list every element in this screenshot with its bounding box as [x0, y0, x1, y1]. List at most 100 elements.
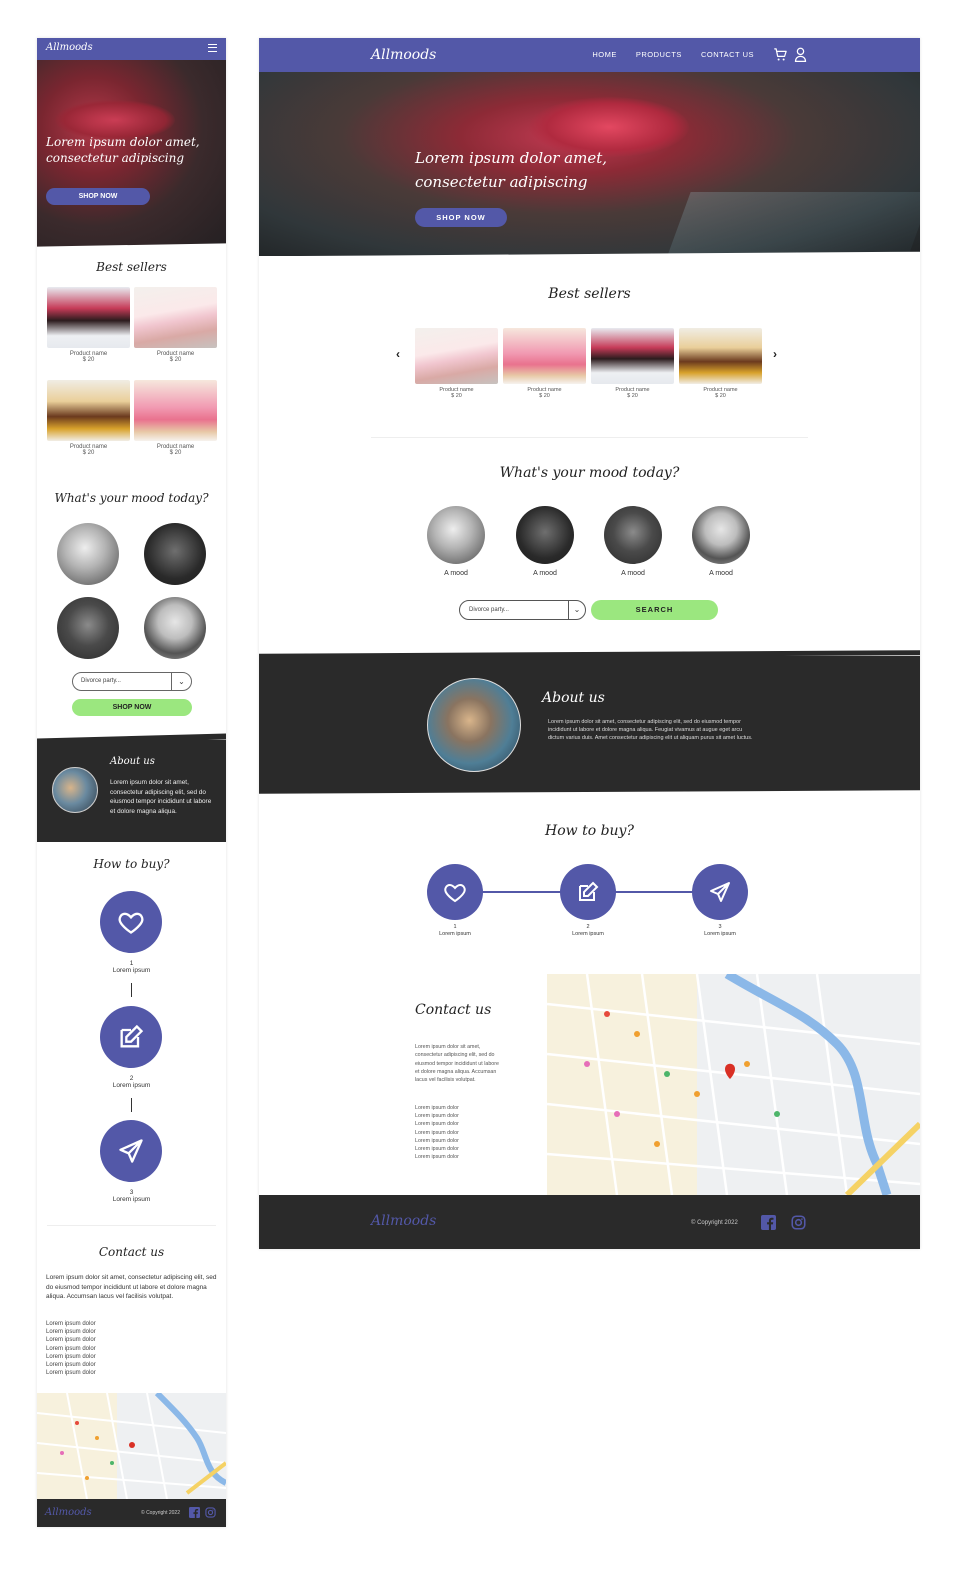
brush-divider [37, 243, 226, 253]
contact-line: Lorem ipsum dolor [415, 1129, 459, 1136]
mood-image[interactable] [692, 506, 750, 564]
desktop-step-1[interactable] [427, 864, 483, 920]
cart-icon[interactable] [773, 47, 788, 62]
facebook-icon[interactable] [761, 1215, 776, 1230]
desktop-map[interactable] [547, 974, 920, 1195]
nav-home[interactable]: HOME [592, 50, 617, 59]
desktop-hero-shop-button[interactable]: SHOP NOW [415, 208, 507, 227]
mobile-about-title: About us [110, 756, 155, 767]
desktop-footer-logo[interactable]: Allmoods [371, 1213, 436, 1229]
facebook-icon[interactable] [189, 1507, 200, 1518]
mobile-copyright: © Copyright 2022 [141, 1510, 180, 1516]
nav-products[interactable]: PRODUCTS [636, 50, 682, 59]
desktop-product-card[interactable]: Product name $ 20 [591, 328, 674, 399]
desktop-bestsellers-title: Best sellers [548, 286, 631, 302]
desktop-mood-option[interactable]: A mood [692, 506, 750, 577]
nav-contact[interactable]: CONTACT US [701, 50, 754, 59]
mobile-mood-select[interactable]: Divorce party... ⌄ [72, 672, 192, 691]
desktop-mood-title: What's your mood today? [499, 465, 680, 481]
contact-line: Lorem ipsum dolor [46, 1329, 96, 1336]
product-image[interactable] [47, 380, 130, 441]
mobile-step-1[interactable] [100, 891, 162, 953]
desktop-mood-option[interactable]: A mood [427, 506, 485, 577]
desktop-logo[interactable]: Allmoods [371, 47, 436, 63]
mobile-step-3[interactable] [100, 1120, 162, 1182]
product-image[interactable] [134, 380, 217, 441]
mood-label: A mood [709, 570, 733, 577]
desktop-mood-option[interactable]: A mood [516, 506, 574, 577]
step-label: Lorem ipsum [572, 930, 604, 937]
mobile-howto-title: How to buy? [93, 857, 170, 871]
mobile-mood-option[interactable] [57, 523, 119, 585]
contact-line: Lorem ipsum dolor [415, 1121, 459, 1128]
mobile-footer: Allmoods © Copyright 2022 [37, 1499, 226, 1527]
mobile-mood-option[interactable] [57, 597, 119, 659]
mobile-about-section: About us Lorem ipsum dolor sit amet, con… [37, 740, 226, 842]
desktop-about-title: About us [542, 690, 605, 706]
divider [47, 1225, 216, 1226]
nav-menu: HOME PRODUCTS CONTACT US [592, 50, 754, 59]
mood-label: A mood [533, 570, 557, 577]
desktop-navbar: Allmoods HOME PRODUCTS CONTACT US [259, 38, 920, 72]
product-image[interactable] [591, 328, 674, 384]
contact-line: Lorem ipsum dolor [415, 1113, 459, 1120]
mood-image[interactable] [516, 506, 574, 564]
product-price: $ 20 [451, 393, 462, 399]
mobile-hero-shop-button[interactable]: SHOP NOW [46, 188, 150, 205]
mood-image[interactable] [604, 506, 662, 564]
desktop-mood-select[interactable]: Divorce party... ⌄ [459, 600, 586, 620]
desktop-mood-option[interactable]: A mood [604, 506, 662, 577]
product-price: $ 20 [539, 393, 550, 399]
mobile-contact-title: Contact us [98, 1245, 165, 1259]
product-image[interactable] [134, 287, 217, 348]
step-connector [131, 983, 132, 997]
instagram-icon[interactable] [205, 1507, 216, 1518]
contact-line: Lorem ipsum dolor [46, 1370, 96, 1377]
mobile-product-card[interactable]: Product name $ 20 [134, 380, 217, 456]
mobile-product-card[interactable]: Product name $ 20 [47, 287, 130, 363]
mobile-step-2[interactable] [100, 1006, 162, 1068]
mobile-product-card[interactable]: Product name $ 20 [47, 380, 130, 456]
desktop-step-2[interactable] [560, 864, 616, 920]
product-image[interactable] [679, 328, 762, 384]
desktop-step-2-caption: 2 Lorem ipsum [543, 924, 633, 937]
product-image[interactable] [415, 328, 498, 384]
step-connector [131, 1098, 132, 1112]
user-icon[interactable] [794, 47, 807, 62]
mobile-footer-logo[interactable]: Allmoods [45, 1507, 92, 1518]
mobile-map[interactable] [37, 1393, 226, 1499]
mobile-mood-option[interactable] [144, 597, 206, 659]
instagram-icon[interactable] [791, 1215, 806, 1230]
carousel-next-icon[interactable]: › [773, 347, 777, 361]
contact-line: Lorem ipsum dolor [415, 1146, 459, 1153]
desktop-search-button[interactable]: SEARCH [591, 600, 718, 620]
edit-icon [120, 1024, 144, 1048]
product-price: $ 20 [82, 357, 95, 363]
step-label: Lorem ipsum [704, 930, 736, 937]
desktop-hero: Lorem ipsum dolor amet, consectetur adip… [259, 72, 920, 256]
desktop-product-card[interactable]: Product name $ 20 [415, 328, 498, 399]
mood-label: A mood [444, 570, 468, 577]
product-image[interactable] [503, 328, 586, 384]
about-photo [427, 678, 521, 772]
chevron-down-icon[interactable]: ⌄ [568, 601, 585, 619]
product-image[interactable] [47, 287, 130, 348]
desktop-about-text: Lorem ipsum dolor sit amet, consectetur … [548, 719, 753, 741]
mobile-logo[interactable]: Allmoods [46, 42, 93, 53]
contact-line: Lorem ipsum dolor [46, 1345, 96, 1352]
product-price: $ 20 [82, 450, 95, 456]
product-price: $ 20 [169, 357, 182, 363]
chevron-down-icon[interactable]: ⌄ [171, 673, 191, 690]
mobile-mockup: Allmoods Lorem ipsum dolor amet, consect… [37, 38, 226, 1527]
desktop-contact-section: Contact us Lorem ipsum dolor sit amet, c… [259, 974, 920, 1195]
mobile-product-card[interactable]: Product name $ 20 [134, 287, 217, 363]
mood-label: A mood [621, 570, 645, 577]
desktop-product-card[interactable]: Product name $ 20 [679, 328, 762, 399]
mood-image[interactable] [427, 506, 485, 564]
mobile-mood-shop-button[interactable]: SHOP NOW [72, 699, 192, 716]
desktop-product-card[interactable]: Product name $ 20 [503, 328, 586, 399]
desktop-step-3[interactable] [692, 864, 748, 920]
mobile-mood-option[interactable] [144, 523, 206, 585]
carousel-prev-icon[interactable]: ‹ [396, 347, 400, 361]
hamburger-menu-icon[interactable] [208, 44, 217, 52]
